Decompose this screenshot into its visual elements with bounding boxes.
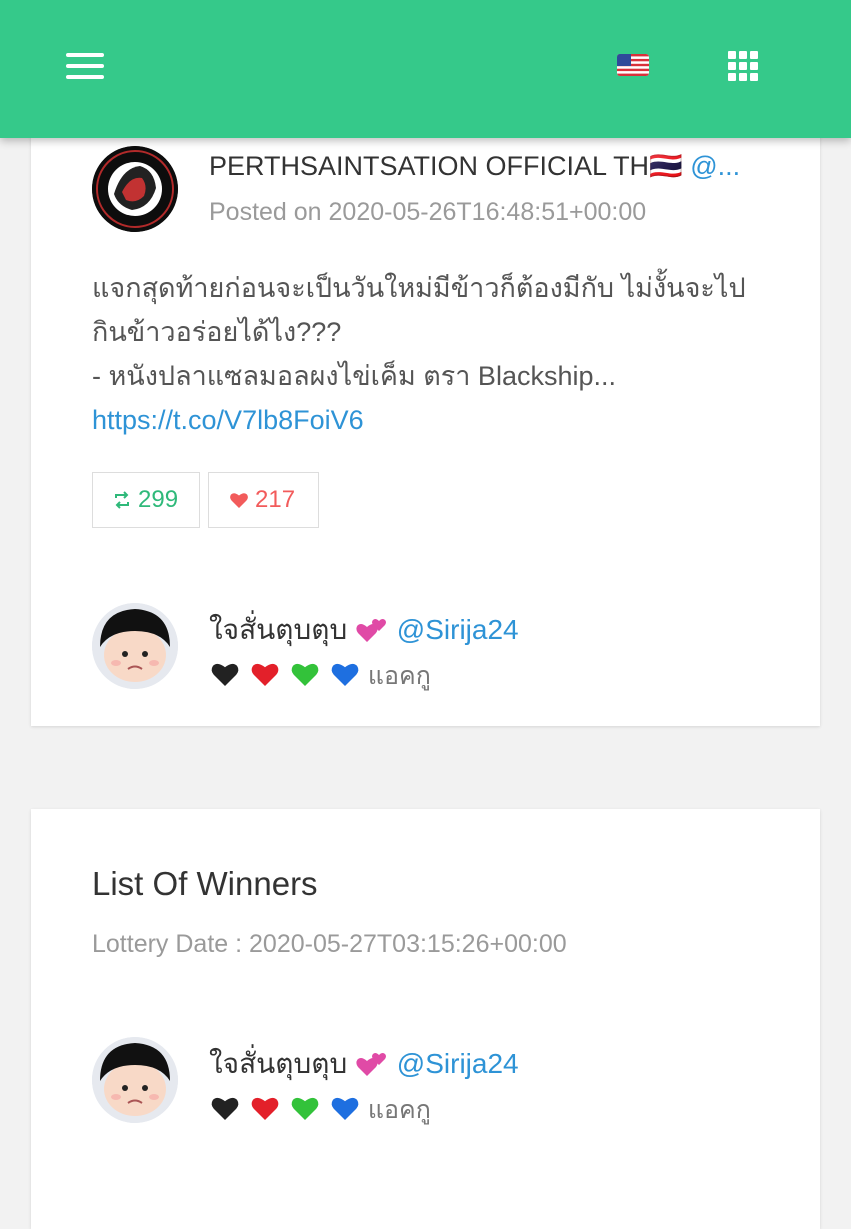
- author-name: PERTHSAINTSATION OFFICIAL TH🇹🇭: [209, 151, 683, 181]
- us-flag-icon[interactable]: [617, 54, 649, 76]
- like-count: 217: [255, 486, 296, 513]
- colored-hearts-icons: [209, 659, 362, 696]
- winner-bio-line: แอคกู: [209, 1090, 431, 1130]
- participant-name: ใจสั่นตุบตุบ: [209, 614, 348, 645]
- post-card: PERTHSAINTSATION OFFICIAL TH🇹🇭 @... Post…: [31, 120, 820, 726]
- colored-hearts-icons: [209, 1093, 362, 1130]
- author-avatar[interactable]: [92, 146, 178, 232]
- winner-handle[interactable]: @Sirija24: [397, 1048, 519, 1079]
- winner-bio: แอคกู: [367, 1096, 431, 1124]
- two-hearts-icon: [356, 618, 387, 642]
- post-link[interactable]: https://t.co/V7lb8FoiV6: [92, 405, 364, 435]
- participant-handle[interactable]: @Sirija24: [397, 614, 519, 645]
- winner-name: ใจสั่นตุบตุบ: [209, 1048, 348, 1079]
- post-text-line: กินข้าวอร่อยได้ไง???: [92, 317, 342, 347]
- winner-avatar[interactable]: [92, 1037, 178, 1123]
- author-handle[interactable]: @...: [690, 151, 740, 181]
- grid-apps-icon[interactable]: [728, 51, 758, 81]
- participant-name-line: ใจสั่นตุบตุบ @Sirija24: [209, 608, 519, 652]
- like-count-button[interactable]: 217: [208, 472, 319, 528]
- post-text-line: - หนังปลาแซลมอลผงไข่เค็ม ตรา Blackship..…: [92, 361, 616, 391]
- posted-date: Posted on 2020-05-26T16:48:51+00:00: [209, 198, 647, 226]
- top-app-bar: [0, 0, 851, 138]
- retweet-count: 299: [138, 486, 179, 513]
- participant-bio: แอคกู: [367, 662, 431, 690]
- winners-title: List Of Winners: [92, 865, 318, 902]
- heart-icon: [230, 493, 248, 508]
- winner-name-line: ใจสั่นตุบตุบ @Sirija24: [209, 1042, 519, 1086]
- retweet-count-button[interactable]: 299: [92, 472, 200, 528]
- lottery-date: Lottery Date : 2020-05-27T03:15:26+00:00: [92, 930, 567, 958]
- post-text-line: แจกสุดท้ายก่อนจะเป็นวันใหม่มีข้าวก็ต้องม…: [92, 273, 746, 303]
- participant-bio-line: แอคกู: [209, 656, 431, 696]
- participant-avatar[interactable]: [92, 603, 178, 689]
- hamburger-menu-icon[interactable]: [66, 53, 104, 79]
- author-name-line: PERTHSAINTSATION OFFICIAL TH🇹🇭 @...: [209, 150, 769, 182]
- post-text: แจกสุดท้ายก่อนจะเป็นวันใหม่มีข้าวก็ต้องม…: [92, 266, 772, 442]
- two-hearts-icon: [356, 1052, 387, 1076]
- retweet-icon: [115, 491, 129, 509]
- winners-card: List Of Winners Lottery Date : 2020-05-2…: [31, 809, 820, 1229]
